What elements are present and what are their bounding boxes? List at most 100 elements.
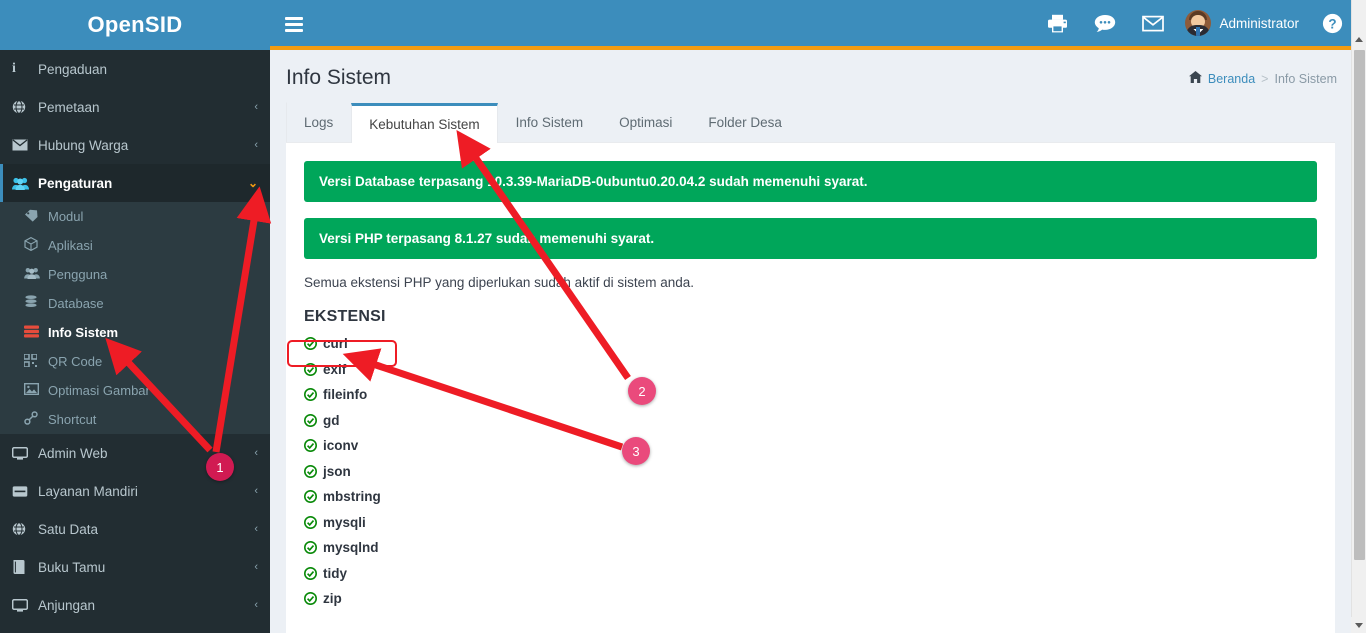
tab-panel: Versi Database terpasang 10.3.39-MariaDB… <box>286 142 1335 633</box>
annotation-badge-3: 3 <box>622 437 650 465</box>
list-item: zip <box>304 586 1317 612</box>
check-circle-icon <box>304 464 317 478</box>
sidebar-item-aplikasi[interactable]: Aplikasi <box>0 231 270 260</box>
page-scrollbar[interactable] <box>1351 50 1366 633</box>
extension-name: fileinfo <box>323 387 368 403</box>
sidebar-item-pengaduan[interactable]: i Pengaduan <box>0 50 270 88</box>
check-circle-icon <box>304 541 317 555</box>
hamburger-bar <box>285 22 303 26</box>
check-circle-icon <box>304 439 317 453</box>
scrollbar-thumb[interactable] <box>1354 50 1365 560</box>
sidebar-subitem-label: Pengguna <box>48 267 108 282</box>
chat-icon[interactable] <box>1081 0 1129 46</box>
list-item: gd <box>304 408 1317 434</box>
sidebar-item-modul[interactable]: Modul <box>0 202 270 231</box>
check-circle-icon <box>304 413 317 427</box>
header-actions: Administrator ? <box>1034 0 1356 46</box>
print-icon[interactable] <box>1034 0 1081 46</box>
sidebar-item-label: Pengaturan <box>38 175 113 191</box>
app-logo[interactable]: OpenSID <box>0 0 270 50</box>
sidebar-item-qr-code[interactable]: QR Code <box>0 347 270 376</box>
main-content: Info Sistem Beranda > Info Sistem Logs K… <box>270 50 1351 633</box>
users-icon <box>24 267 48 282</box>
sidebar-item-pengaturan[interactable]: Pengaturan ⌄ <box>0 164 270 202</box>
sidebar-item-layanan-mandiri[interactable]: Layanan Mandiri ‹ <box>0 472 270 510</box>
sidebar-item-label: Buku Tamu <box>38 559 106 575</box>
sidebar-item-hubung-warga[interactable]: Hubung Warga ‹ <box>0 126 270 164</box>
server-icon <box>24 325 48 341</box>
sidebar-subitem-label: Optimasi Gambar <box>48 383 150 398</box>
sidebar-item-info-sistem[interactable]: Info Sistem <box>0 318 270 347</box>
tab-info-sistem[interactable]: Info Sistem <box>498 102 602 142</box>
cube-icon <box>24 236 48 254</box>
tab-optimasi[interactable]: Optimasi <box>601 102 690 142</box>
extension-name: gd <box>323 412 340 428</box>
tab-logs[interactable]: Logs <box>286 102 351 142</box>
list-item: json <box>304 459 1317 485</box>
tab-label: Logs <box>304 115 334 130</box>
scrollbar-up-arrow[interactable] <box>1351 0 1366 50</box>
alert-database-version: Versi Database terpasang 10.3.39-MariaDB… <box>304 161 1317 202</box>
check-circle-icon <box>304 515 317 529</box>
chevron-left-icon: ‹ <box>254 599 258 611</box>
mail-icon[interactable] <box>1129 0 1177 46</box>
sidebar-subitem-label: Aplikasi <box>48 238 93 253</box>
check-circle-icon <box>304 388 317 402</box>
inbox-icon <box>12 485 38 498</box>
list-item: curl <box>304 331 1317 357</box>
sidebar-subitem-label: Shortcut <box>48 412 97 427</box>
hamburger-icon[interactable] <box>282 13 306 35</box>
tab-kebutuhan-sistem[interactable]: Kebutuhan Sistem <box>351 103 498 143</box>
annotation-badge-1: 1 <box>206 453 234 481</box>
sidebar-item-optimasi-gambar[interactable]: Optimasi Gambar <box>0 376 270 405</box>
sidebar-subitem-label: Info Sistem <box>48 325 119 340</box>
sidebar-item-label: Layanan Mandiri <box>38 483 138 499</box>
chevron-left-icon: ‹ <box>254 485 258 497</box>
user-menu[interactable]: Administrator <box>1177 0 1309 46</box>
question-circle-icon[interactable]: ? <box>1309 0 1356 46</box>
sidebar-submenu-pengaturan: Modul Aplikasi Pengguna Database Info Si… <box>0 202 270 434</box>
badge-number: 2 <box>638 383 646 399</box>
users-icon <box>12 177 38 190</box>
chevron-down-icon <box>1354 622 1363 628</box>
extensions-note: Semua ekstensi PHP yang diperlukan sudah… <box>304 275 694 290</box>
tab-folder-desa[interactable]: Folder Desa <box>690 102 800 142</box>
extension-name: mysqli <box>323 514 366 530</box>
sidebar-item-pemetaan[interactable]: Pemetaan ‹ <box>0 88 270 126</box>
sidebar-item-anjungan[interactable]: Anjungan ‹ <box>0 586 270 624</box>
sidebar-item-database[interactable]: Database <box>0 289 270 318</box>
sidebar-item-satu-data[interactable]: Satu Data ‹ <box>0 510 270 548</box>
link-icon <box>24 411 48 428</box>
list-item: exif <box>304 357 1317 383</box>
page-header: Info Sistem Beranda > Info Sistem <box>270 50 1351 102</box>
badge-number: 3 <box>632 443 640 459</box>
chevron-down-icon: ⌄ <box>247 176 258 190</box>
sidebar-item-buku-tamu[interactable]: Buku Tamu ‹ <box>0 548 270 586</box>
tab-strip: Logs Kebutuhan Sistem Info Sistem Optima… <box>286 102 1335 143</box>
app-root: OpenSID i Pengaduan Pemetaan ‹ Hubung Wa… <box>0 0 1366 633</box>
database-icon <box>24 295 48 312</box>
user-name-label: Administrator <box>1219 15 1299 31</box>
sidebar-item-shortcut[interactable]: Shortcut <box>0 405 270 434</box>
breadcrumb-home-link[interactable]: Beranda <box>1208 72 1255 86</box>
qrcode-icon <box>23 352 48 370</box>
sidebar-subitem-label: Modul <box>48 209 84 224</box>
avatar <box>1185 10 1212 36</box>
badge-number: 1 <box>216 459 224 475</box>
sidebar-subitem-label: Database <box>48 296 104 311</box>
extension-name: mysqlnd <box>323 540 379 556</box>
image-icon <box>23 382 48 398</box>
sidebar-item-label: Satu Data <box>38 521 99 537</box>
top-header: Administrator ? <box>270 0 1366 50</box>
extension-name: tidy <box>323 565 348 581</box>
breadcrumb-separator: > <box>1261 71 1269 86</box>
globe-icon <box>12 100 38 114</box>
sidebar-item-label: Anjungan <box>38 597 96 613</box>
list-item: tidy <box>304 561 1317 587</box>
scrollbar-down-arrow[interactable] <box>1351 617 1366 633</box>
sidebar-item-pengguna[interactable]: Pengguna <box>0 260 270 289</box>
check-circle-icon <box>304 490 317 504</box>
hamburger-bar <box>285 16 303 20</box>
sidebar-menu: i Pengaduan Pemetaan ‹ Hubung Warga ‹ Pe… <box>0 50 270 624</box>
extension-name: zip <box>323 591 342 607</box>
